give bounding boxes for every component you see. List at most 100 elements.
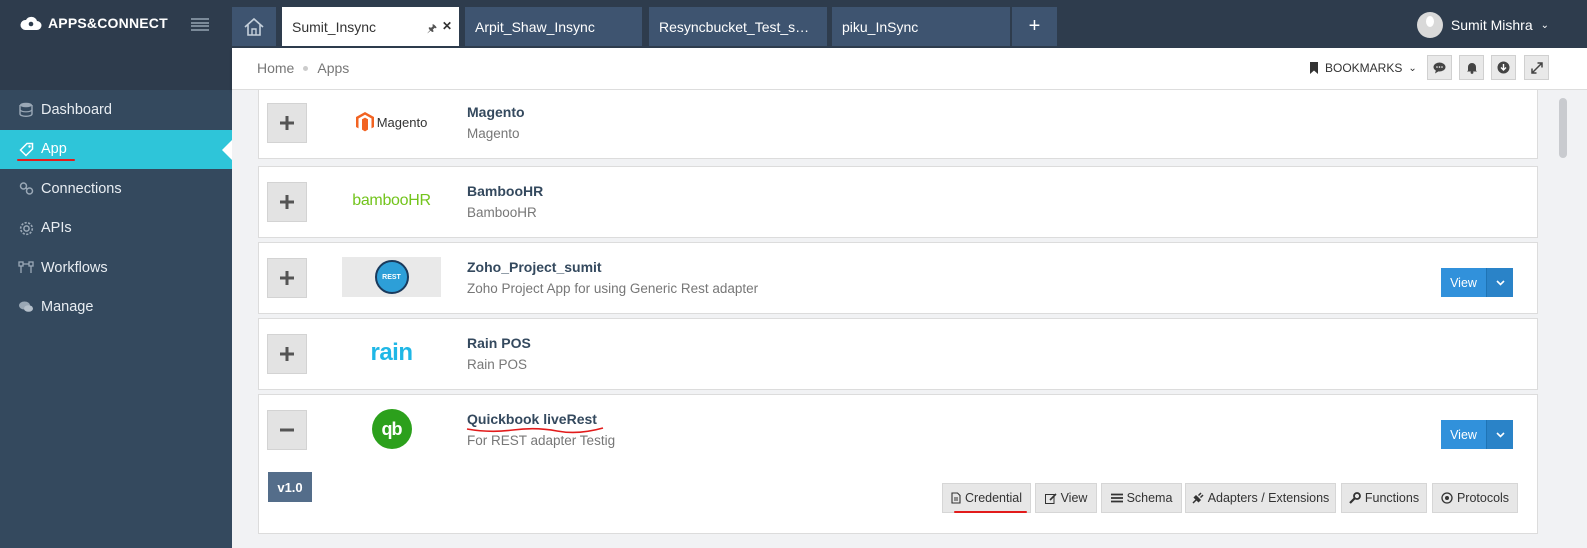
sidebar-item-connections[interactable]: Connections bbox=[0, 169, 232, 209]
tab-label: Arpit_Shaw_Insync bbox=[475, 19, 595, 35]
vertical-scrollbar[interactable] bbox=[1557, 90, 1569, 548]
breadcrumb-apps[interactable]: Apps bbox=[317, 60, 349, 76]
chat-icon bbox=[18, 299, 34, 315]
user-name: Sumit Mishra bbox=[1450, 17, 1533, 33]
brand-logo[interactable]: APPS&CONNECT bbox=[20, 15, 168, 31]
menu-toggle-icon[interactable] bbox=[191, 18, 209, 31]
breadcrumb-bar: Home Apps BOOKMARKS ⌄ bbox=[232, 48, 1587, 90]
expand-button[interactable] bbox=[267, 103, 307, 143]
bamboohr-logo: bambooHR bbox=[352, 192, 431, 209]
tab-bar: Sumit_Insync 🖈 ✕ Arpit_Shaw_Insync Resyn… bbox=[232, 0, 1587, 48]
bookmarks-label: BOOKMARKS bbox=[1325, 61, 1403, 75]
app-name[interactable]: BambooHR bbox=[467, 183, 543, 199]
sidebar-item-label: Dashboard bbox=[41, 101, 112, 118]
sidebar-item-label: Connections bbox=[41, 180, 122, 197]
bookmarks-dropdown[interactable]: BOOKMARKS ⌄ bbox=[1309, 61, 1417, 75]
breadcrumb: Home Apps bbox=[257, 60, 349, 76]
expand-icon bbox=[1530, 61, 1543, 74]
messages-button[interactable] bbox=[1427, 55, 1452, 80]
app-name[interactable]: Quickbook liveRest bbox=[467, 411, 597, 427]
link-icon bbox=[18, 181, 34, 197]
version-badge[interactable]: v1.0 bbox=[268, 472, 312, 502]
view-split-button[interactable]: View bbox=[1441, 420, 1513, 449]
breadcrumb-home[interactable]: Home bbox=[257, 60, 294, 76]
file-icon bbox=[951, 492, 961, 504]
quickbooks-logo: qb bbox=[342, 409, 441, 449]
close-icon[interactable]: ✕ bbox=[442, 19, 452, 33]
app-row-quickbook: qb Quickbook liveRest For REST adapter T… bbox=[258, 394, 1538, 463]
button-label: Schema bbox=[1126, 491, 1173, 505]
app-row-bamboohr: bambooHR BambooHR BambooHR bbox=[258, 166, 1538, 238]
bookmark-icon bbox=[1310, 62, 1318, 74]
apps-list: Magento Magento Magento bambooHR BambooH… bbox=[232, 90, 1587, 548]
gear-icon bbox=[18, 220, 34, 236]
view-button[interactable]: View bbox=[1441, 268, 1487, 297]
comment-icon bbox=[1433, 62, 1446, 73]
view-button[interactable]: View bbox=[1441, 420, 1487, 449]
view-tab-button[interactable]: View bbox=[1035, 483, 1097, 513]
list-icon bbox=[1110, 493, 1123, 503]
app-row-zoho-project: REST Zoho_Project_sumit Zoho Project App… bbox=[258, 242, 1538, 314]
plus-icon bbox=[280, 347, 294, 361]
home-tab[interactable] bbox=[232, 7, 276, 46]
app-row-rain-pos: rain Rain POS Rain POS bbox=[258, 318, 1538, 390]
app-name[interactable]: Magento bbox=[467, 104, 525, 120]
notifications-button[interactable] bbox=[1459, 55, 1484, 80]
target-icon bbox=[1441, 492, 1453, 504]
pin-icon[interactable]: 🖈 bbox=[427, 20, 437, 39]
sidebar-item-manage[interactable]: Manage bbox=[0, 288, 232, 328]
scrollbar-thumb[interactable] bbox=[1559, 98, 1567, 158]
plus-icon: + bbox=[1028, 15, 1041, 37]
sidebar-item-app[interactable]: App bbox=[0, 129, 232, 169]
credential-button[interactable]: Credential bbox=[942, 483, 1031, 513]
tab-arpit-shaw-insync[interactable]: Arpit_Shaw_Insync bbox=[465, 7, 642, 46]
button-label: Functions bbox=[1364, 491, 1420, 505]
user-menu[interactable]: Sumit Mishra ⌄ bbox=[1416, 12, 1549, 38]
minus-icon bbox=[280, 428, 294, 432]
app-row-magento: Magento Magento Magento bbox=[258, 90, 1538, 159]
app-name[interactable]: Rain POS bbox=[467, 335, 531, 351]
database-icon bbox=[18, 102, 34, 118]
fullscreen-button[interactable] bbox=[1524, 55, 1549, 80]
chevron-down-icon bbox=[1495, 431, 1505, 438]
collapse-button[interactable] bbox=[267, 410, 307, 450]
tab-piku-insync[interactable]: piku_InSync bbox=[832, 7, 1010, 46]
sidebar-item-dashboard[interactable]: Dashboard bbox=[0, 90, 232, 130]
download-button[interactable] bbox=[1491, 55, 1516, 80]
chevron-down-icon: ⌄ bbox=[1540, 19, 1549, 31]
schema-button[interactable]: Schema bbox=[1101, 483, 1182, 513]
tab-sumit-insync[interactable]: Sumit_Insync 🖈 ✕ bbox=[282, 7, 459, 46]
view-dropdown-toggle[interactable] bbox=[1487, 420, 1513, 449]
sidebar-item-apis[interactable]: APIs bbox=[0, 209, 232, 249]
add-tab-button[interactable]: + bbox=[1012, 7, 1057, 46]
view-split-button[interactable]: View bbox=[1441, 268, 1513, 297]
view-dropdown-toggle[interactable] bbox=[1487, 268, 1513, 297]
sidebar-spacer bbox=[0, 48, 232, 90]
rain-logo: rain bbox=[370, 339, 413, 366]
bell-icon bbox=[1466, 63, 1477, 74]
app-description: Rain POS bbox=[467, 357, 528, 372]
annotation-underline bbox=[954, 511, 1027, 513]
app-name[interactable]: Zoho_Project_sumit bbox=[467, 259, 602, 275]
home-icon bbox=[244, 17, 264, 36]
logo-bar: APPS&CONNECT bbox=[0, 0, 232, 48]
rest-logo: REST bbox=[342, 257, 441, 297]
magento-logo: Magento bbox=[342, 102, 441, 142]
button-label: View bbox=[1060, 491, 1088, 505]
tab-label: piku_InSync bbox=[842, 19, 919, 35]
functions-button[interactable]: Functions bbox=[1341, 483, 1427, 513]
expand-button[interactable] bbox=[267, 334, 307, 374]
sidebar-item-workflows[interactable]: Workflows bbox=[0, 248, 232, 288]
tab-resyncbucket-test[interactable]: Resyncbucket_Test_s… bbox=[649, 7, 827, 46]
brand-name: APPS&CONNECT bbox=[48, 15, 168, 31]
expand-button[interactable] bbox=[267, 258, 307, 298]
button-label: Adapters / Extensions bbox=[1207, 491, 1330, 505]
sidebar-item-label: App bbox=[41, 141, 67, 158]
annotation-underline bbox=[466, 427, 604, 434]
sidebar-item-label: Workflows bbox=[41, 259, 108, 276]
protocols-button[interactable]: Protocols bbox=[1432, 483, 1518, 513]
adapters-extensions-button[interactable]: Adapters / Extensions bbox=[1185, 483, 1336, 513]
version-panel: v1.0 Credential View Schema Adapters / E… bbox=[258, 462, 1538, 534]
expand-button[interactable] bbox=[267, 182, 307, 222]
wrench-icon bbox=[1349, 492, 1361, 504]
